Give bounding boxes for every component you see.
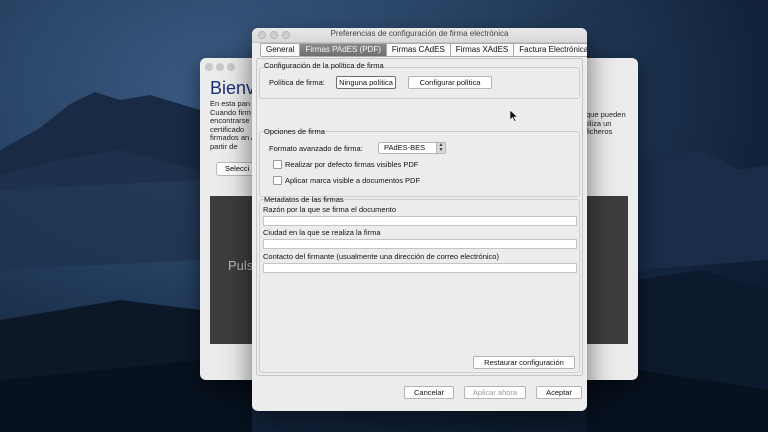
dialog-title: Preferencias de configuración de firma e… (330, 29, 509, 38)
visible-mark-label[interactable]: Aplicar marca visible a documentos PDF (285, 176, 420, 185)
tab-bar: General Firmas PAdES (PDF) Firmas CAdES … (260, 43, 587, 57)
reason-input[interactable] (263, 216, 577, 226)
metadata-title: Metadatos de las firmas (264, 195, 344, 204)
tab-pades[interactable]: Firmas PAdES (PDF) (300, 43, 387, 57)
updown-arrows-icon: ▲ ▼ (436, 143, 445, 153)
format-label: Formato avanzado de firma: (269, 144, 363, 153)
configure-policy-button[interactable]: Configurar política (408, 76, 492, 89)
visible-signatures-label[interactable]: Realizar por defecto firmas visibles PDF (285, 160, 418, 169)
preferences-dialog: Preferencias de configuración de firma e… (252, 28, 587, 411)
tab-factura[interactable]: Factura Electrónica (514, 43, 587, 57)
tab-general[interactable]: General (260, 43, 301, 57)
zoom-dot[interactable] (227, 63, 235, 71)
reason-label: Razón por la que se firma el documento (263, 205, 396, 214)
format-select-value: PAdES-BES (384, 143, 426, 152)
cancel-button[interactable]: Cancelar (404, 386, 454, 399)
accept-button[interactable]: Aceptar (536, 386, 582, 399)
contact-label: Contacto del firmante (usualmente una di… (263, 252, 499, 261)
city-input[interactable] (263, 239, 577, 249)
welcome-intro-text: En esta pan Cuando firm encontrarse cert… (210, 99, 256, 151)
visible-signatures-checkbox[interactable] (273, 160, 282, 169)
format-select[interactable]: PAdES-BES ▲ ▼ (378, 142, 446, 154)
city-label: Ciudad en la que se realiza la firma (263, 228, 381, 237)
tab-xades[interactable]: Firmas XAdES (450, 43, 515, 57)
tab-cades[interactable]: Firmas CAdES (386, 43, 451, 57)
dialog-titlebar[interactable]: Preferencias de configuración de firma e… (252, 28, 587, 43)
pades-panel: Configuración de la política de firma Po… (256, 58, 583, 376)
drop-area-text: Puls (228, 258, 254, 273)
minimize-dot[interactable] (216, 63, 224, 71)
close-dot[interactable] (205, 63, 213, 71)
restore-config-button[interactable]: Restaurar configuración (473, 356, 575, 369)
apply-now-button[interactable]: Aplicar ahora (464, 386, 526, 399)
policy-value-field[interactable]: Ninguna política (336, 76, 396, 89)
contact-input[interactable] (263, 263, 577, 273)
mouse-cursor-icon (510, 110, 518, 122)
policy-group-title: Configuración de la política de firma (264, 61, 384, 70)
signature-options-title: Opciones de firma (264, 127, 325, 136)
policy-label: Política de firma: (269, 78, 325, 87)
visible-mark-checkbox[interactable] (273, 176, 282, 185)
welcome-intro-text-right: que pueden tiliza un ficheros (586, 110, 626, 137)
